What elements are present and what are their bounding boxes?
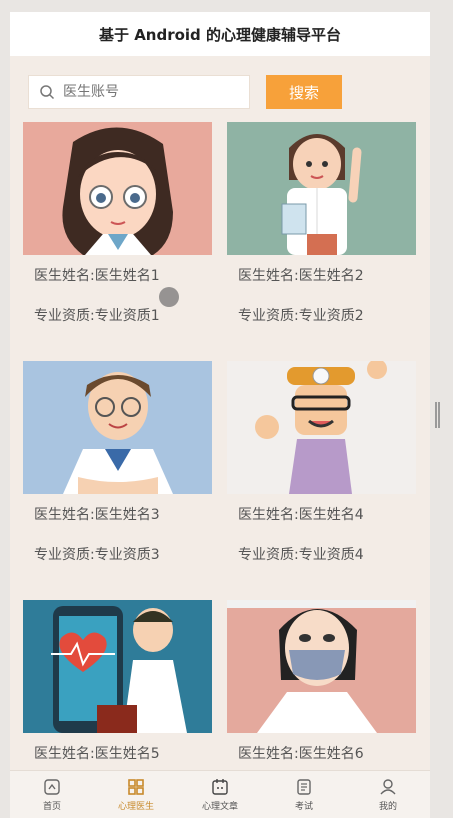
- doctor-name: 医生姓名:医生姓名1: [34, 268, 160, 284]
- doctor-card[interactable]: 医生姓名:医生姓名4 专业资质:专业资质4: [227, 361, 416, 564]
- doctor-card[interactable]: 医生姓名:医生姓名3 专业资质:专业资质3: [23, 361, 212, 564]
- search-input[interactable]: [63, 84, 233, 100]
- tab-home[interactable]: 首页: [10, 771, 94, 818]
- doctor-avatar-image[interactable]: [23, 600, 212, 733]
- doctor-name: 医生姓名:医生姓名6: [238, 746, 364, 762]
- exam-icon: [297, 779, 311, 795]
- doctor-card[interactable]: 医生姓名:医生姓名1 专业资质:专业资质1: [23, 122, 212, 325]
- page-title: 基于 Android 的心理健康辅导平台: [98, 25, 342, 44]
- tab-doctors[interactable]: 心理医生: [94, 771, 178, 818]
- doctor-avatar-image[interactable]: [227, 600, 416, 733]
- search-row: 搜索: [28, 75, 410, 109]
- doctor-avatar-image[interactable]: [23, 122, 212, 255]
- tab-articles[interactable]: 心理文章: [178, 771, 262, 818]
- title-bar: 基于 Android 的心理健康辅导平台: [10, 12, 430, 56]
- doctor-name: 医生姓名:医生姓名2: [238, 268, 364, 284]
- doctor-avatar-image[interactable]: [227, 361, 416, 494]
- touch-indicator: [159, 287, 179, 307]
- doctor-qualification: 专业资质:专业资质2: [238, 308, 364, 324]
- doctor-name: 医生姓名:医生姓名3: [34, 507, 160, 523]
- tab-profile[interactable]: 我的: [346, 771, 430, 818]
- search-box[interactable]: [28, 75, 250, 109]
- calendar-icon: [212, 779, 228, 795]
- search-button[interactable]: 搜索: [266, 75, 342, 109]
- tab-label: 我的: [378, 802, 397, 812]
- doctor-name: 医生姓名:医生姓名4: [238, 507, 364, 523]
- doctor-qualification: 专业资质:专业资质3: [34, 547, 160, 563]
- doctor-avatar-image[interactable]: [227, 122, 416, 255]
- user-icon: [380, 779, 396, 795]
- doctor-name: 医生姓名:医生姓名5: [34, 746, 160, 762]
- tab-label: 心理文章: [201, 802, 238, 812]
- doctor-qualification: 专业资质:专业资质1: [34, 308, 160, 324]
- tab-exam[interactable]: 考试: [262, 771, 346, 818]
- tab-label: 首页: [42, 802, 61, 812]
- search-icon: [40, 85, 55, 100]
- tab-label: 考试: [294, 802, 313, 812]
- doctor-card[interactable]: 医生姓名:医生姓名2 专业资质:专业资质2: [227, 122, 416, 325]
- doctor-card[interactable]: 医生姓名:医生姓名5: [23, 600, 212, 763]
- app-screen: 基于 Android 的心理健康辅导平台 搜索: [10, 12, 430, 818]
- doctor-avatar-image[interactable]: [23, 361, 212, 494]
- grid-icon: [128, 779, 144, 795]
- doctor-qualification: 专业资质:专业资质4: [238, 547, 364, 563]
- drag-handle[interactable]: [435, 402, 440, 428]
- doctor-card[interactable]: 医生姓名:医生姓名6: [227, 600, 416, 763]
- bottom-tab-bar: 首页 心理医生 心理文章 考试 我的: [10, 770, 430, 818]
- tab-label: 心理医生: [117, 802, 154, 812]
- home-icon: [44, 779, 60, 795]
